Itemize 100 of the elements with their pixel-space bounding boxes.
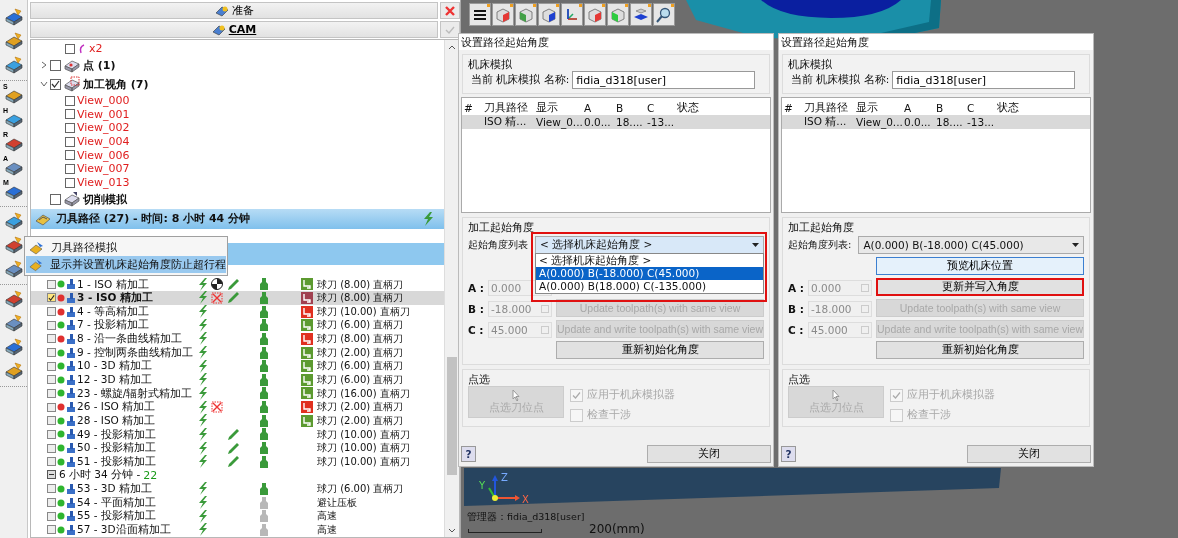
checkbox[interactable] [47,511,56,521]
checkbox[interactable] [47,525,56,535]
column-header[interactable]: 显示 [856,101,904,115]
toolpath-row[interactable]: 26 - ISO 精加工 球刀 (2.00) 直柄刀 [31,400,444,414]
toolpath-row[interactable]: 4 - 等高精加工 球刀 (10.00) 直柄刀 [31,304,444,319]
checkbox[interactable] [47,429,56,439]
toolpath-row[interactable]: 8 - 沿一条曲线精加工 球刀 (8.00) 直柄刀 [31,332,444,346]
checkbox[interactable] [65,109,75,120]
checkbox[interactable] [47,457,56,467]
checkbox[interactable] [47,320,56,330]
view-button[interactable] [653,3,675,26]
checkbox[interactable] [65,95,75,106]
collapse-icon[interactable] [47,468,56,482]
close-icon[interactable] [440,2,460,19]
checkbox[interactable] [47,375,56,385]
toolpath-row[interactable]: 51 - 投影精加工 球刀 (10.00) 直柄刀 [31,454,444,469]
panel-tab[interactable]: CAM [30,21,438,38]
selected-row[interactable]: 3 - ISO 精加工 球刀 (8.00) 直柄刀 [31,291,444,305]
checkbox[interactable] [65,150,75,161]
view-button[interactable] [538,3,560,26]
checkbox[interactable] [65,177,75,188]
toolpath-row[interactable]: 23 - 螺旋/辐射式精加工 球刀 (16.00) 直柄刀 [31,386,444,401]
column-header[interactable]: 状态 [997,101,1090,115]
column-header[interactable]: A [584,102,616,114]
tree-item[interactable]: View_001 [77,107,130,121]
dialog-button[interactable]: 更新并写入角度 [876,278,1084,296]
column-header[interactable]: # [784,102,804,114]
help-button[interactable]: ? [781,446,796,462]
checkbox[interactable] [50,78,61,90]
tree-item[interactable]: 加工视角 (7) [83,76,149,92]
check-icon[interactable] [440,21,460,38]
checkbox[interactable] [50,59,61,71]
table-row[interactable]: ISO 精... View_0...0.0... 18.... -13... [782,115,1090,129]
column-header[interactable]: # [464,102,484,114]
toolpath-row[interactable]: 55 - 投影精加工 高速 [31,509,444,524]
column-header[interactable]: B [616,102,647,114]
checkbox[interactable] [50,193,61,205]
dropdown-option[interactable]: < 选择机床起始角度 > [536,254,763,267]
dropdown-option[interactable]: A(0.000) B(-18.000) C(45.000) [536,267,763,280]
column-header[interactable]: 状态 [677,101,770,115]
checkbox[interactable] [47,334,56,344]
checkbox[interactable] [47,443,56,453]
help-button[interactable]: ? [461,446,476,462]
column-header[interactable]: A [904,102,936,114]
toolpath-row[interactable]: 10 - 3D 精加工 球刀 (6.00) 直柄刀 [31,359,444,373]
toolpath-row[interactable]: 57 - 3D沿面精加工 高速 [31,523,444,537]
close-button[interactable]: 关闭 [967,445,1091,463]
table-row[interactable]: ISO 精... View_0...0.0... 18.... -13... [462,115,770,129]
menu-item[interactable]: 刀具路径模拟 [26,239,226,256]
checkbox[interactable] [47,498,56,508]
checkbox[interactable] [65,136,75,147]
toolpath-row[interactable]: 49 - 投影精加工 球刀 (10.00) 直柄刀 [31,427,444,442]
column-header[interactable]: 显示 [536,101,584,115]
tree-item[interactable]: View_000 [77,94,130,108]
checkbox[interactable] [47,388,56,398]
dialog-button[interactable]: 预览机床位置 [876,257,1084,275]
close-button[interactable]: 关闭 [647,445,771,463]
tree-item[interactable]: View_004 [77,135,130,149]
checkbox[interactable] [47,307,56,317]
column-header[interactable]: 刀具路径 [484,101,536,115]
tree-item[interactable]: 切削模拟 [83,191,127,207]
column-header[interactable]: B [936,102,967,114]
tree-item[interactable]: 点 (1) [83,57,116,73]
tree-item[interactable]: View_006 [77,148,130,162]
tree-item[interactable]: View_013 [77,176,130,190]
checkbox[interactable] [65,122,75,133]
tree-item[interactable]: View_007 [77,162,130,176]
panel-tab[interactable]: 准备 [30,2,438,19]
checkbox[interactable] [47,361,56,371]
checkbox[interactable] [47,348,56,357]
scroll-thumb[interactable] [447,357,457,475]
menu-item[interactable]: 显示并设置机床起始角度防止超行程 [26,256,226,273]
toolpath-row[interactable]: 12 - 3D 精加工 球刀 (6.00) 直柄刀 [31,373,444,387]
toolpath-row[interactable]: 28 - ISO 精加工 球刀 (2.00) 直柄刀 [31,413,444,428]
toolpath-row[interactable]: 1 - ISO 精加工 球刀 (8.00) 直柄刀 [31,277,444,292]
angle-dropdown[interactable]: A(0.000) B(-18.000) C(45.000) [858,236,1084,254]
toolpath-row[interactable]: 50 - 投影精加工 球刀 (10.00) 直柄刀 [31,441,444,455]
view-button[interactable] [630,3,652,26]
column-header[interactable]: C [647,102,677,114]
bolt-icon[interactable] [422,211,436,226]
checkbox[interactable] [47,484,56,494]
checkbox[interactable] [47,402,56,412]
name-field[interactable]: fidia_d318[user] [892,71,1076,89]
name-field[interactable]: fidia_d318[user] [572,71,756,89]
column-header[interactable]: 刀具路径 [804,101,856,115]
checkbox[interactable] [47,293,56,303]
dialog-button[interactable]: 重新初始化角度 [556,341,764,359]
toolpath-row[interactable]: 9 - 控制两条曲线精加工 球刀 (2.00) 直柄刀 [31,345,444,360]
toolpath-row[interactable]: 54 - 平面精加工 避让压板 [31,495,444,510]
angle-dropdown[interactable]: < 选择机床起始角度 > [535,236,764,254]
toolpath-row[interactable]: 53 - 3D 精加工 球刀 (6.00) 直柄刀 [31,482,444,496]
checkbox[interactable] [65,163,75,174]
tree-item[interactable]: x2 [89,42,103,56]
checkbox[interactable] [47,279,56,289]
checkbox[interactable] [65,43,75,54]
column-header[interactable]: C [967,102,997,114]
checkbox[interactable] [47,416,56,426]
tree-item[interactable]: View_002 [77,121,130,135]
toolpath-row[interactable]: 7 - 投影精加工 球刀 (6.00) 直柄刀 [31,318,444,333]
view-button[interactable] [469,3,491,26]
